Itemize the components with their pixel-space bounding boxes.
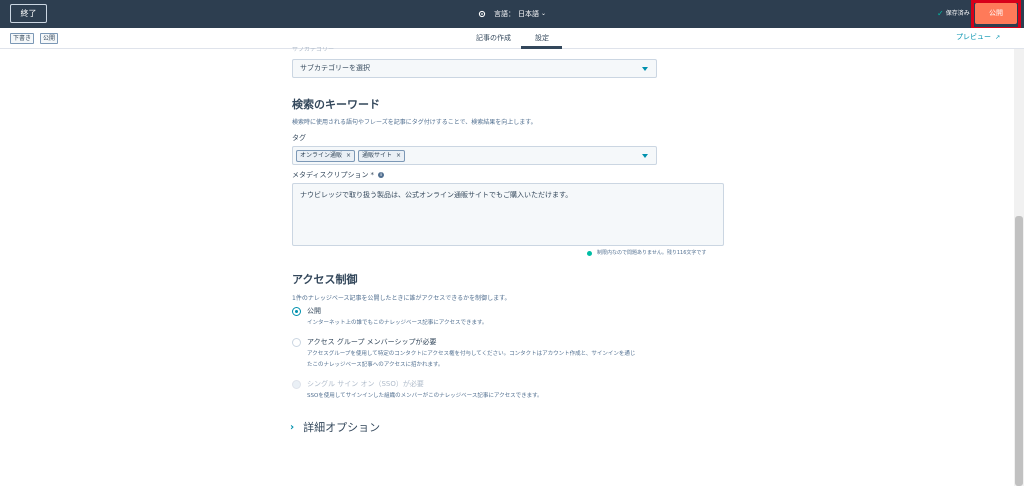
status-chip-draft: 下書き	[10, 33, 35, 44]
radio-access-group[interactable]	[292, 338, 301, 347]
tab-settings[interactable]: 設定	[535, 33, 549, 43]
scrollbar-thumb[interactable]	[1015, 216, 1023, 486]
option-access-group-desc: たこのナレッジベース記事へのアクセスに招かれます。	[307, 362, 444, 368]
radio-public[interactable]	[292, 307, 301, 316]
keywords-heading: 検索のキーワード	[292, 98, 380, 111]
language-label: 言語：	[494, 10, 515, 18]
advanced-options-label: 詳細オプション	[303, 421, 381, 434]
tag-chip: 通販サイト ×	[358, 150, 406, 162]
option-sso-desc: SSOを使用してサインインした組織のメンバーがこのナレッジベース記事にアクセスで…	[307, 393, 543, 399]
caret-down-icon	[642, 67, 648, 71]
subcategory-value: サブカテゴリーを選択	[300, 64, 370, 72]
sub-bar: 下書き 公開 記事の作成 設定	[0, 28, 1024, 49]
preview-link[interactable]: プレビュー ↗	[956, 32, 1000, 43]
option-sso-title: シングル サイン オン（SSO）が必要	[307, 380, 424, 388]
preview-label: プレビュー	[956, 33, 991, 41]
status-chip-published: 公開	[40, 33, 59, 44]
exit-button[interactable]: 終了	[10, 4, 47, 23]
option-public-title: 公開	[307, 307, 321, 315]
status-dot-icon	[587, 251, 592, 256]
subcategory-select[interactable]: サブカテゴリーを選択	[292, 59, 657, 78]
close-icon[interactable]: ×	[396, 152, 401, 159]
option-access-group-title: アクセス グループ メンバーシップが必要	[307, 338, 437, 346]
check-icon: ✓	[937, 9, 944, 18]
chevron-right-icon: ›	[290, 422, 295, 433]
chevron-down-icon: ⌄	[541, 10, 547, 17]
advanced-options-toggle[interactable]: › 詳細オプション	[290, 421, 380, 435]
tag-chip: オンライン通販 ×	[296, 150, 356, 162]
tag-label: オンライン通販	[300, 152, 343, 159]
char-count-status: 制限内なので問題ありません。残り116文字です	[587, 250, 706, 257]
char-count-text: 制限内なので問題ありません。残り116文字です	[597, 250, 707, 256]
save-status: ✓ 保存済み	[937, 8, 970, 20]
gear-icon	[478, 10, 486, 18]
radio-sso[interactable]	[292, 380, 301, 389]
language-selector[interactable]: 言語： 日本語 ⌄	[478, 8, 546, 20]
tags-label: タグ	[292, 134, 306, 142]
access-heading: アクセス制御	[292, 273, 358, 286]
close-icon[interactable]: ×	[346, 152, 351, 159]
publish-highlight-box	[971, 0, 1021, 30]
language-value: 日本語	[518, 10, 539, 18]
meta-description-textarea[interactable]: ナウビレッジで取り扱う製品は、公式オンライン通販サイトでもご購入いただけます。	[292, 183, 724, 246]
info-icon[interactable]: i	[378, 172, 385, 178]
meta-description-label-text: メタディスクリプション	[292, 171, 369, 179]
access-help: 1件のナレッジベース記事を公開したときに誰がアクセスできるかを制御します。	[292, 295, 511, 302]
keywords-help: 検索時に使用される語句やフレーズを記事にタグ付けすることで、検索結果を向上します…	[292, 119, 537, 126]
option-access-group-desc: アクセスグループを使用して特定のコンタクトにアクセス権を付与してください。コンタ…	[307, 351, 636, 357]
saved-label: 保存済み	[945, 10, 970, 17]
tab-create[interactable]: 記事の作成	[476, 33, 511, 43]
top-bar: 終了 言語： 日本語 ⌄ ✓ 保存済み 公開	[0, 0, 1024, 28]
tag-label: 通販サイト	[362, 152, 393, 159]
active-tab-indicator	[521, 46, 562, 49]
external-link-icon: ↗	[995, 34, 1001, 41]
option-public-desc: インターネット上の誰でもこのナレッジベース記事にアクセスできます。	[307, 320, 488, 326]
required-mark: *	[370, 171, 375, 179]
caret-down-icon	[642, 154, 648, 158]
subcategory-label: サブカテゴリー	[292, 47, 335, 52]
meta-description-label: メタディスクリプション * i	[292, 170, 385, 180]
